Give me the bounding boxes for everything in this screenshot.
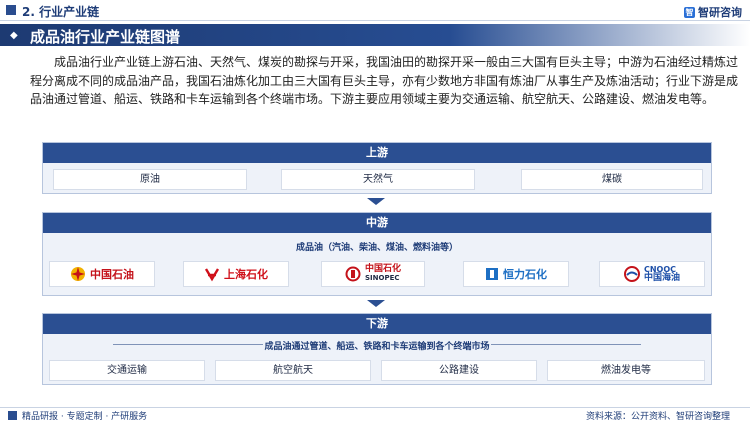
upstream-item: 原油 xyxy=(53,169,247,190)
upstream-panel: 上游 原油 天然气 煤碳 xyxy=(42,142,712,194)
company-petrochina: 中国石油 xyxy=(49,261,155,287)
brand-name: 智研咨询 xyxy=(698,6,742,19)
company-cnooc: CNOOC 中国海油 xyxy=(599,261,705,287)
downstream-panel: 下游 成品油通过管道、船运、铁路和卡车运输到各个终端市场 交通运输 航空航天 公… xyxy=(42,313,712,385)
midstream-subtitle-text: 成品油（汽油、柴油、煤油、燃料油等） xyxy=(295,243,458,253)
description-paragraph: 成品油行业产业链上游石油、天然气、煤炭的勘探与开采，我国油田的勘探开采一般由三大… xyxy=(30,55,739,106)
company-sinopec: 中国石化 SINOPEC xyxy=(321,261,425,287)
downstream-subtitle: 成品油通过管道、船运、铁路和卡车运输到各个终端市场 xyxy=(43,339,711,352)
sinopec-logo-icon xyxy=(345,266,361,282)
petrochina-logo-icon xyxy=(71,267,85,281)
downstream-item: 公路建设 xyxy=(381,360,537,381)
cnooc-logo-icon xyxy=(623,266,640,282)
divider xyxy=(113,344,263,345)
upstream-header: 上游 xyxy=(43,143,711,163)
company-name: 恒力石化 xyxy=(503,268,547,281)
footer: 精品研报 · 专题定制 · 产研服务 资料来源：公开资料、智研咨询整理 xyxy=(0,407,750,422)
downstream-subtitle-text: 成品油通过管道、船运、铁路和卡车运输到各个终端市场 xyxy=(264,342,490,352)
downstream-header: 下游 xyxy=(43,314,711,334)
footer-marker-icon xyxy=(8,411,17,420)
company-name: 中国石化 xyxy=(364,264,401,274)
top-bar: 2. 行业产业链 智 智研咨询 xyxy=(0,0,750,21)
company-hengli: 恒力石化 xyxy=(463,261,569,287)
shanghai-petrochem-logo-icon xyxy=(204,268,220,282)
company-name: 中国海油 xyxy=(643,273,680,283)
company-shanghai-petrochem: 上海石化 xyxy=(183,261,289,287)
title-bar: ◆ 成品油行业产业链图谱 xyxy=(0,24,750,46)
divider xyxy=(491,344,641,345)
company-name-en: SINOPEC xyxy=(364,274,400,282)
hengli-logo-icon xyxy=(486,268,498,280)
company-name: 上海石化 xyxy=(224,268,268,281)
brand: 智 智研咨询 xyxy=(684,4,742,20)
midstream-subtitle: 成品油（汽油、柴油、煤油、燃料油等） xyxy=(43,240,711,253)
brand-logo-icon: 智 xyxy=(684,6,695,18)
upstream-item: 煤碳 xyxy=(521,169,703,190)
downstream-item: 航空航天 xyxy=(215,360,371,381)
source-note: 资料来源：公开资料、智研咨询整理 xyxy=(585,412,730,422)
midstream-panel: 中游 成品油（汽油、柴油、煤油、燃料油等） 中国石油 上海石化 中国石化 SIN… xyxy=(42,212,712,296)
arrow-down-icon xyxy=(367,198,385,205)
diamond-icon: ◆ xyxy=(10,30,18,41)
footer-tagline: 精品研报 · 专题定制 · 产研服务 xyxy=(22,412,148,422)
midstream-header: 中游 xyxy=(43,213,711,233)
downstream-item: 燃油发电等 xyxy=(547,360,705,381)
upstream-item: 天然气 xyxy=(281,169,475,190)
company-name: 中国石油 xyxy=(90,268,134,281)
arrow-down-icon xyxy=(367,300,385,307)
page-title: 成品油行业产业链图谱 xyxy=(30,28,181,46)
downstream-item: 交通运输 xyxy=(49,360,205,381)
section-title: 2. 行业产业链 xyxy=(22,5,100,19)
section-marker-icon xyxy=(6,5,16,15)
